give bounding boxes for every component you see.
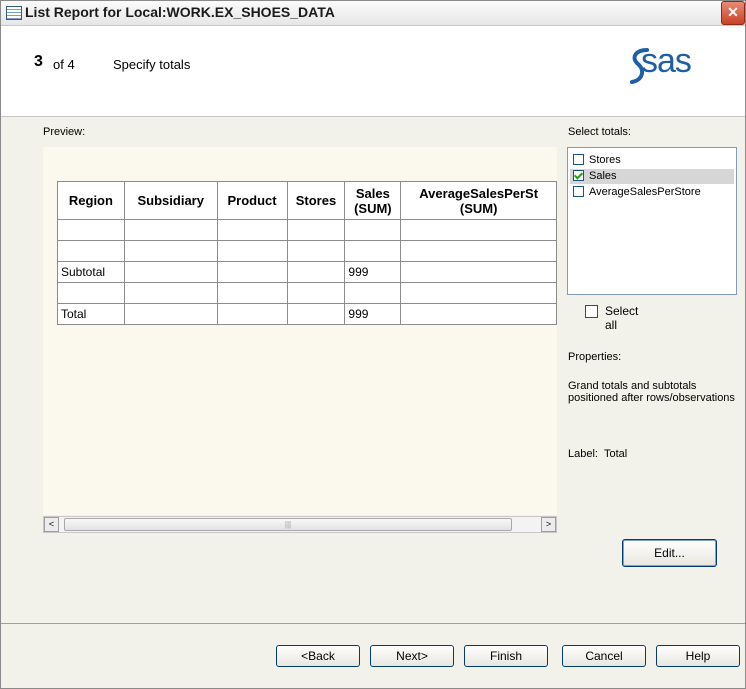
properties-label: Properties: (568, 351, 622, 363)
back-button[interactable]: <Back (276, 645, 360, 667)
table-cell (57, 219, 125, 241)
table-cell (400, 240, 557, 262)
table-cell (400, 282, 557, 304)
dialog-window: List Report for Local:WORK.EX_SHOES_DATA… (0, 0, 746, 689)
edit-button[interactable]: Edit... (622, 539, 717, 567)
column-header-region: Region (57, 181, 125, 220)
table-cell (344, 219, 402, 241)
table-row (57, 240, 557, 262)
select-totals-label: Select totals: (568, 126, 631, 138)
horizontal-scrollbar[interactable]: < ||| > (43, 516, 557, 533)
table-cell (123, 240, 218, 262)
table-cell (216, 240, 288, 262)
window-title: List Report for Local:WORK.EX_SHOES_DATA (25, 4, 335, 20)
properties-description: Grand totals and subtotals positioned af… (568, 380, 735, 404)
table-row-subtotal: Subtotal 999 (57, 261, 557, 283)
table-cell (123, 261, 218, 283)
table-cell (57, 282, 125, 304)
totals-checklist[interactable]: Stores Sales AverageSalesPerStore (567, 147, 737, 295)
scroll-left-button[interactable]: < (44, 517, 59, 532)
title-bar: List Report for Local:WORK.EX_SHOES_DATA… (1, 1, 745, 26)
table-cell (123, 282, 218, 304)
preview-pane: Region Subsidiary Product Stores Sales (S… (43, 147, 557, 515)
table-cell (216, 303, 288, 325)
table-cell (123, 303, 218, 325)
preview-header-row: Region Subsidiary Product Stores Sales (S… (57, 181, 557, 220)
table-cell: Subtotal (57, 261, 125, 283)
scrollbar-thumb[interactable]: ||| (64, 518, 512, 531)
total-item-average-sales-per-store[interactable]: AverageSalesPerStore (570, 185, 734, 200)
table-cell (286, 219, 346, 241)
column-header-average-sales-per-store: AverageSalesPerSt (SUM) (400, 181, 557, 220)
table-cell (123, 219, 218, 241)
table-cell (344, 240, 402, 262)
close-button[interactable]: ✕ (721, 1, 745, 25)
total-item-label: AverageSalesPerStore (589, 186, 701, 198)
column-header-product: Product (216, 181, 288, 220)
preview-label: Preview: (43, 126, 86, 138)
column-header-subsidiary: Subsidiary (123, 181, 218, 220)
table-cell (286, 303, 346, 325)
table-cell: 999 (344, 303, 402, 325)
column-header-stores: Stores (286, 181, 346, 220)
help-button[interactable]: Help (656, 645, 740, 667)
scroll-right-button[interactable]: > (541, 517, 556, 532)
table-icon (6, 6, 22, 20)
column-header-sales: Sales (SUM) (344, 181, 402, 220)
table-cell (216, 282, 288, 304)
step-number: 3 (34, 53, 43, 70)
cancel-button[interactable]: Cancel (562, 645, 646, 667)
table-cell (286, 282, 346, 304)
checkbox[interactable] (573, 154, 584, 165)
table-row-total: Total 999 (57, 303, 557, 325)
footer-divider (1, 623, 745, 624)
label-value: Total (604, 448, 628, 460)
table-cell (286, 240, 346, 262)
finish-button[interactable]: Finish (464, 645, 548, 667)
table-cell (216, 219, 288, 241)
total-item-label: Stores (589, 154, 621, 166)
table-cell (400, 219, 557, 241)
select-all-label: Select all (605, 304, 639, 332)
table-cell (344, 282, 402, 304)
total-item-stores[interactable]: Stores (570, 153, 734, 168)
preview-table: Region Subsidiary Product Stores Sales (S… (57, 181, 557, 325)
total-item-sales[interactable]: Sales (570, 169, 734, 184)
step-of: of 4 (53, 57, 75, 72)
step-title: Specify totals (113, 57, 191, 72)
logo-text: sas (641, 42, 692, 80)
table-cell (216, 261, 288, 283)
table-cell (286, 261, 346, 283)
table-cell: Total (57, 303, 125, 325)
table-row (57, 282, 557, 304)
label-key: Label: (568, 448, 598, 460)
table-cell (57, 240, 125, 262)
total-item-label: Sales (589, 170, 617, 182)
table-cell (400, 303, 557, 325)
table-cell: 999 (344, 261, 402, 283)
wizard-header: 3 of 4 Specify totals sas (1, 26, 745, 117)
table-cell (400, 261, 557, 283)
checkbox-checked[interactable] (573, 170, 584, 181)
table-row (57, 219, 557, 241)
checkbox[interactable] (573, 186, 584, 197)
next-button[interactable]: Next> (370, 645, 454, 667)
checkbox[interactable] (585, 305, 598, 318)
